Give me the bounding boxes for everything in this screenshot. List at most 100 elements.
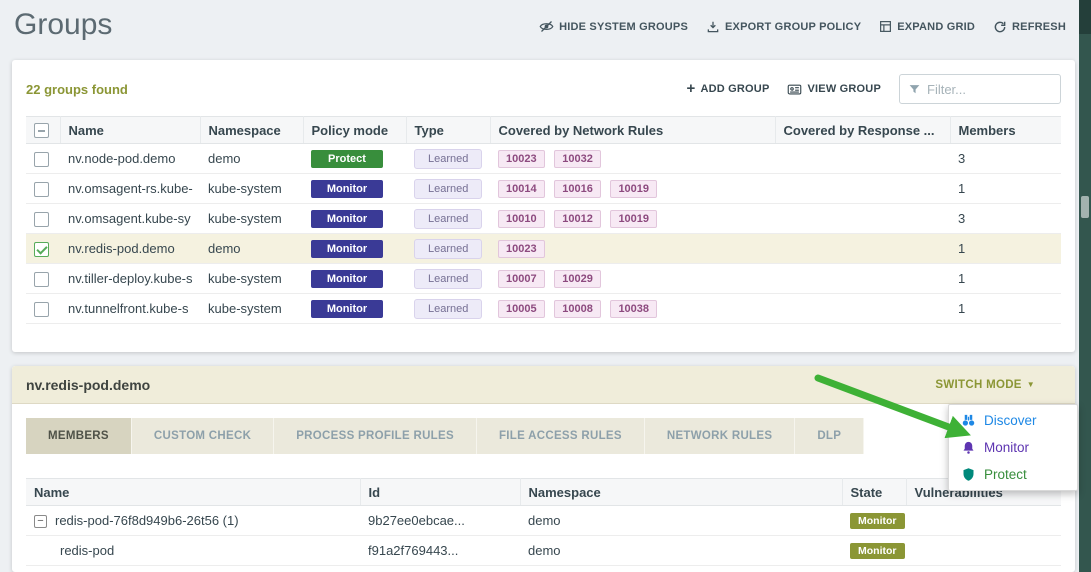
member-row[interactable]: redis-pod f91a2f769443... demo Monitor	[26, 536, 1061, 566]
detail-title: nv.redis-pod.demo	[26, 377, 150, 393]
view-group-button[interactable]: VIEW GROUP	[787, 82, 881, 97]
policy-mode-badge: Monitor	[311, 270, 383, 288]
hide-system-groups-button[interactable]: HIDE SYSTEM GROUPS	[539, 19, 688, 34]
tab-custom-check[interactable]: CUSTOM CHECK	[132, 418, 274, 454]
row-checkbox[interactable]	[34, 152, 49, 167]
filter-funnel-icon	[908, 83, 921, 96]
network-rule-chip: 10010	[498, 210, 545, 228]
policy-mode-badge: Monitor	[311, 210, 383, 228]
group-namespace: kube-system	[200, 174, 303, 204]
column-header-namespace: Namespace	[200, 117, 303, 144]
group-namespace: kube-system	[200, 264, 303, 294]
row-checkbox[interactable]	[34, 302, 49, 317]
network-rule-chip: 10023	[498, 150, 545, 168]
response-rules-cell	[775, 294, 950, 324]
binoculars-icon	[961, 413, 976, 428]
menu-item-monitor[interactable]: Monitor	[949, 434, 1077, 461]
menu-item-monitor-label: Monitor	[984, 440, 1029, 455]
right-side-panel[interactable]	[1079, 0, 1091, 572]
menu-item-discover[interactable]: Discover	[949, 407, 1077, 434]
member-row[interactable]: −redis-pod-76f8d949b6-26t56 (1) 9b27ee0e…	[26, 506, 1061, 536]
table-row[interactable]: nv.tunnelfront.kube-s kube-system Monito…	[26, 294, 1061, 324]
tab-file-access-rules[interactable]: FILE ACCESS RULES	[477, 418, 645, 454]
table-row[interactable]: nv.omsagent.kube-sy kube-system Monitor …	[26, 204, 1061, 234]
network-rule-chip: 10005	[498, 300, 545, 318]
shield-icon	[961, 467, 976, 482]
members-table: Name Id Namespace State Vulnerabilities …	[26, 478, 1061, 566]
select-all-checkbox[interactable]	[34, 123, 49, 138]
response-rules-cell	[775, 174, 950, 204]
response-rules-cell	[775, 264, 950, 294]
table-row[interactable]: nv.omsagent-rs.kube- kube-system Monitor…	[26, 174, 1061, 204]
members-count: 1	[950, 174, 1061, 204]
panel-drag-handle[interactable]	[1081, 196, 1089, 218]
members-count: 1	[950, 234, 1061, 264]
groups-count: 22 groups found	[26, 82, 128, 97]
row-checkbox[interactable]	[34, 212, 49, 227]
column-header-policy-mode: Policy mode	[303, 117, 406, 144]
chevron-down-icon: ▼	[1027, 380, 1035, 389]
column-header-name: Name	[60, 117, 200, 144]
column-header-member-namespace: Namespace	[520, 479, 842, 506]
table-row[interactable]: nv.tiller-deploy.kube-s kube-system Moni…	[26, 264, 1061, 294]
panel-toggle-icon[interactable]	[1079, 0, 1091, 34]
row-checkbox[interactable]	[34, 272, 49, 287]
members-count: 3	[950, 144, 1061, 174]
member-vulnerabilities	[906, 506, 1061, 536]
type-badge: Learned	[414, 269, 482, 289]
top-toolbar: HIDE SYSTEM GROUPS EXPORT GROUP POLICY E…	[539, 19, 1066, 34]
collapse-icon[interactable]: −	[34, 515, 47, 528]
type-badge: Learned	[414, 179, 482, 199]
groups-table: Name Namespace Policy mode Type Covered …	[26, 116, 1061, 324]
network-rule-chip: 10038	[610, 300, 657, 318]
column-header-type: Type	[406, 117, 490, 144]
bell-icon	[961, 440, 976, 455]
row-checkbox[interactable]	[34, 242, 49, 257]
member-id: f91a2f769443...	[360, 536, 520, 566]
view-group-icon	[787, 82, 802, 97]
network-rule-chip: 10008	[554, 300, 601, 318]
row-checkbox[interactable]	[34, 182, 49, 197]
tab-process-profile-rules[interactable]: PROCESS PROFILE RULES	[274, 418, 477, 454]
type-badge: Learned	[414, 209, 482, 229]
group-namespace: kube-system	[200, 294, 303, 324]
member-vulnerabilities	[906, 536, 1061, 566]
menu-item-protect[interactable]: Protect	[949, 461, 1077, 488]
menu-item-discover-label: Discover	[984, 413, 1037, 428]
add-group-label: ADD GROUP	[700, 83, 769, 95]
policy-mode-badge: Monitor	[311, 180, 383, 198]
tab-members[interactable]: MEMBERS	[26, 418, 132, 454]
table-row[interactable]: nv.node-pod.demo demo Protect Learned 10…	[26, 144, 1061, 174]
group-detail-card: nv.redis-pod.demo SWITCH MODE ▼ MEMBERS …	[12, 366, 1075, 572]
hide-system-groups-label: HIDE SYSTEM GROUPS	[559, 21, 688, 33]
members-count: 3	[950, 204, 1061, 234]
type-badge: Learned	[414, 239, 482, 259]
group-name: nv.node-pod.demo	[60, 144, 200, 174]
groups-card: 22 groups found + ADD GROUP VIEW GROUP	[12, 60, 1075, 352]
switch-mode-button[interactable]: SWITCH MODE ▼	[935, 379, 1035, 391]
group-name: nv.omsagent.kube-sy	[60, 204, 200, 234]
refresh-icon	[993, 20, 1007, 34]
export-group-policy-button[interactable]: EXPORT GROUP POLICY	[706, 20, 861, 34]
menu-item-protect-label: Protect	[984, 467, 1027, 482]
group-namespace: demo	[200, 234, 303, 264]
plus-icon: +	[686, 84, 695, 94]
group-name: nv.tiller-deploy.kube-s	[60, 264, 200, 294]
table-row-selected[interactable]: nv.redis-pod.demo demo Monitor Learned 1…	[26, 234, 1061, 264]
add-group-button[interactable]: + ADD GROUP	[686, 83, 769, 95]
member-name: redis-pod	[26, 536, 360, 566]
column-header-member-id: Id	[360, 479, 520, 506]
grid-icon	[879, 20, 892, 33]
expand-grid-button[interactable]: EXPAND GRID	[879, 20, 975, 33]
column-header-member-state: State	[842, 479, 906, 506]
filter-box	[899, 74, 1061, 104]
network-rule-chip: 10016	[554, 180, 601, 198]
tab-dlp[interactable]: DLP	[795, 418, 864, 454]
filter-input[interactable]	[927, 82, 1045, 97]
refresh-button[interactable]: REFRESH	[993, 20, 1066, 34]
members-table-header: Name Id Namespace State Vulnerabilities	[26, 479, 1061, 506]
group-name: nv.redis-pod.demo	[60, 234, 200, 264]
switch-mode-menu: Discover Monitor Protect	[948, 404, 1078, 491]
network-rule-chip: 10019	[610, 180, 657, 198]
tab-network-rules[interactable]: NETWORK RULES	[645, 418, 795, 454]
